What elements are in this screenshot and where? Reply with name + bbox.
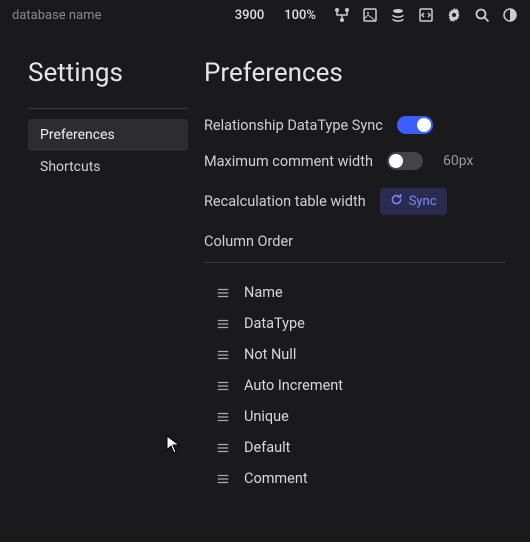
order-item-label: Default — [244, 439, 290, 456]
database-name-input[interactable]: database name — [12, 8, 101, 23]
relationship-icon[interactable] — [334, 7, 350, 23]
layers-icon[interactable] — [390, 7, 406, 23]
rel-sync-toggle[interactable] — [397, 116, 433, 134]
order-item[interactable]: DataType — [216, 308, 506, 339]
zoom-level[interactable]: 100% — [284, 8, 316, 23]
sidebar-title: Settings — [28, 58, 188, 88]
sidebar-item-preferences[interactable]: Preferences — [28, 119, 188, 151]
order-item[interactable]: Name — [216, 277, 506, 308]
order-item-label: Auto Increment — [244, 377, 343, 394]
rel-sync-label: Relationship DataType Sync — [204, 117, 383, 134]
topbar: database name 3900 100% — [0, 0, 530, 30]
drag-handle-icon — [216, 317, 230, 331]
gear-icon[interactable] — [446, 7, 462, 23]
code-icon[interactable] — [418, 7, 434, 23]
settings-sidebar: Settings Preferences Shortcuts — [28, 58, 188, 494]
drag-handle-icon — [216, 286, 230, 300]
order-item[interactable]: Auto Increment — [216, 370, 506, 401]
order-item[interactable]: Default — [216, 432, 506, 463]
content-title: Preferences — [204, 58, 506, 88]
preferences-panel: Preferences Relationship DataType Sync M… — [204, 58, 506, 494]
sync-button-label: Sync — [409, 194, 437, 209]
refresh-icon — [390, 193, 403, 210]
column-order-list: Name DataType Not Null Auto Increment Un… — [204, 277, 506, 494]
drag-handle-icon — [216, 379, 230, 393]
drag-handle-icon — [216, 348, 230, 362]
order-item[interactable]: Unique — [216, 401, 506, 432]
sync-button[interactable]: Sync — [380, 188, 447, 215]
max-width-label: Maximum comment width — [204, 153, 373, 170]
order-item[interactable]: Not Null — [216, 339, 506, 370]
image-icon[interactable] — [362, 7, 378, 23]
recalc-label: Recalculation table width — [204, 193, 366, 210]
search-icon[interactable] — [474, 7, 490, 23]
max-width-value: 60px — [443, 153, 473, 169]
order-item-label: DataType — [244, 315, 305, 332]
drag-handle-icon — [216, 441, 230, 455]
max-width-toggle[interactable] — [387, 152, 423, 170]
order-item-label: Unique — [244, 408, 289, 425]
theme-toggle-icon[interactable] — [502, 7, 518, 23]
column-order-label: Column Order — [204, 233, 506, 250]
drag-handle-icon — [216, 410, 230, 424]
order-item-label: Comment — [244, 470, 308, 487]
sidebar-item-shortcuts[interactable]: Shortcuts — [28, 151, 188, 183]
order-item[interactable]: Comment — [216, 463, 506, 494]
order-item-label: Not Null — [244, 346, 296, 363]
drag-handle-icon — [216, 472, 230, 486]
order-item-label: Name — [244, 284, 283, 301]
topbar-number: 3900 — [235, 8, 265, 23]
